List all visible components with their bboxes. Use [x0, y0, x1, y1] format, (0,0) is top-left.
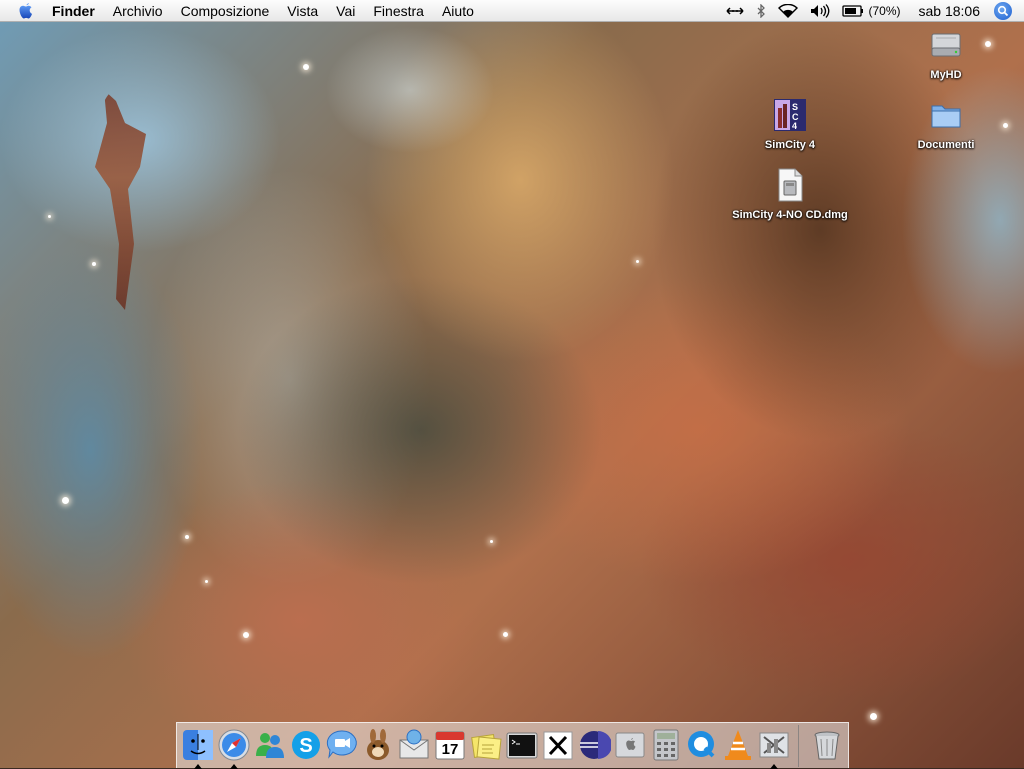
dock-msn-messenger[interactable] [253, 728, 287, 762]
desktop-icon-myhd[interactable]: MyHD [922, 28, 970, 81]
finder-icon [183, 730, 213, 760]
skype-icon: S [292, 731, 320, 759]
dock-eclipse[interactable] [577, 728, 612, 762]
star [92, 262, 96, 266]
svg-text:S: S [299, 735, 312, 757]
hard-drive-icon [930, 28, 962, 67]
x11-icon [543, 731, 573, 760]
calculator-icon [653, 729, 679, 761]
dock-x11[interactable] [541, 728, 575, 762]
safari-icon [218, 729, 250, 761]
star [243, 632, 249, 638]
star [303, 64, 309, 70]
menu-extras: (70%) sab 18:06 [726, 0, 1024, 22]
dock-quicktime[interactable] [685, 728, 719, 762]
desktop-wallpaper [0, 0, 1024, 768]
stickies-icon [471, 734, 502, 760]
star [985, 41, 991, 47]
desktop-icon-label: SimCity 4-NO CD.dmg [732, 209, 848, 221]
dock-separator [798, 725, 799, 767]
dock: S 17 [176, 722, 849, 769]
ical-date-badge: 17 [441, 741, 459, 758]
running-indicator [230, 764, 238, 769]
menu-aiuto[interactable]: Aiuto [442, 3, 474, 19]
star [62, 497, 69, 504]
dock-boot-camp[interactable] [613, 728, 647, 762]
dock-ical[interactable]: 17 [433, 728, 467, 762]
star [205, 580, 208, 583]
boot-camp-icon [615, 732, 645, 758]
desktop-icon-simcity-dmg[interactable]: SimCity 4-NO CD.dmg [726, 168, 854, 221]
menu-clock[interactable]: sab 18:06 [919, 0, 981, 22]
menu-app-name[interactable]: Finder [52, 3, 95, 19]
terminal-icon [506, 732, 538, 759]
svg-text:4: 4 [792, 121, 797, 131]
folder-icon [929, 98, 963, 137]
dock-adium[interactable] [361, 728, 395, 762]
menu-vista[interactable]: Vista [287, 3, 318, 19]
star [1003, 123, 1008, 128]
desktop-icon-label: SimCity 4 [764, 139, 816, 151]
menu-composizione[interactable]: Composizione [181, 3, 270, 19]
spotlight-icon[interactable] [994, 2, 1012, 20]
simcity4-app-icon [759, 732, 789, 758]
running-indicator [770, 764, 778, 769]
battery-icon[interactable] [842, 0, 864, 22]
star [870, 713, 877, 720]
mail-icon [399, 729, 429, 759]
menu-vai[interactable]: Vai [336, 3, 355, 19]
menu-bar: Finder Archivio Composizione Vista Vai F… [0, 0, 1024, 22]
dock-safari[interactable] [217, 728, 251, 769]
star [185, 535, 189, 539]
desktop-icon-label: MyHD [930, 69, 962, 81]
disk-image-icon [775, 168, 805, 207]
dock-simcity4[interactable] [757, 728, 791, 769]
quicktime-icon [688, 731, 715, 758]
dock-calculator[interactable] [649, 728, 683, 762]
menu-finestra[interactable]: Finestra [373, 3, 424, 19]
svg-text:S: S [792, 102, 798, 112]
dock-mail[interactable] [397, 728, 431, 762]
apple-menu-icon[interactable] [18, 2, 34, 20]
dock-skype[interactable]: S [289, 728, 323, 762]
network-arrows-icon[interactable] [726, 0, 745, 22]
star [636, 260, 639, 263]
dock-finder[interactable] [181, 728, 215, 769]
ichat-icon [326, 730, 357, 759]
trash-icon [814, 731, 840, 760]
wifi-icon[interactable] [778, 0, 799, 22]
star [503, 632, 508, 637]
adium-icon [367, 729, 389, 760]
star [48, 215, 51, 218]
simcity4-app-icon: S C 4 [773, 98, 807, 137]
vlc-icon [725, 730, 751, 760]
eclipse-icon [580, 731, 612, 759]
desktop-icon-documenti[interactable]: Documenti [912, 98, 980, 151]
dock-vlc[interactable] [721, 728, 755, 762]
msn-messenger-icon [256, 733, 284, 758]
running-indicator [194, 764, 202, 769]
desktop-icon-simcity4[interactable]: S C 4 SimCity 4 [757, 98, 823, 151]
desktop-icon-label: Documenti [917, 139, 975, 151]
dock-trash[interactable] [810, 728, 844, 762]
dock-stickies[interactable] [469, 728, 503, 762]
nebula-pillar [95, 90, 146, 310]
battery-percent[interactable]: (70%) [868, 0, 900, 22]
star [490, 540, 493, 543]
volume-icon[interactable] [810, 0, 830, 22]
dock-terminal[interactable] [505, 728, 539, 762]
menu-archivio[interactable]: Archivio [113, 3, 163, 19]
bluetooth-icon[interactable] [756, 0, 766, 22]
dock-ichat[interactable] [325, 728, 359, 762]
